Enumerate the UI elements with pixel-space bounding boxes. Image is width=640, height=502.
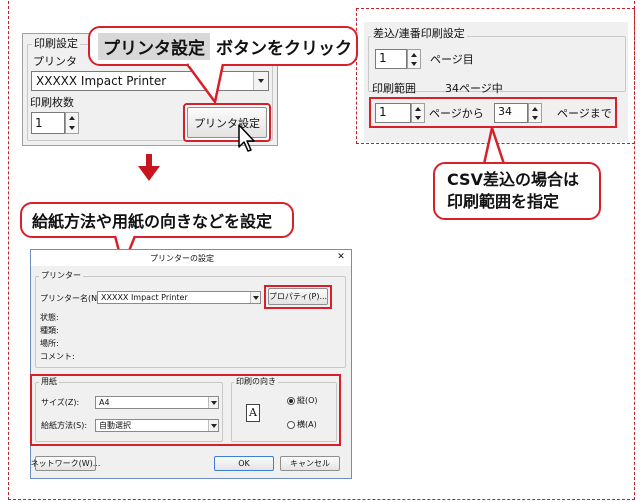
ok-button[interactable]: OK — [214, 456, 274, 471]
callout-button-name: プリンタ設定 — [98, 32, 210, 60]
paper-group — [35, 382, 223, 442]
paper-group-legend: 用紙 — [39, 377, 59, 387]
range-label: 印刷範囲 — [372, 82, 416, 95]
page-stepper[interactable]: 1 — [375, 49, 421, 69]
print-settings-legend: 印刷設定 — [32, 37, 80, 50]
merge-settings-legend: 差込/連番印刷設定 — [371, 27, 467, 40]
dialog-printer-select-value: XXXXX Impact Printer — [101, 293, 188, 302]
source-select[interactable]: 自動選択 — [95, 419, 219, 432]
properties-button[interactable]: プロパティ(P)... — [268, 288, 328, 305]
range-from-suffix: ページから — [429, 107, 484, 120]
range-from-input[interactable]: 1 — [375, 103, 411, 123]
dropdown-arrow-icon[interactable] — [253, 72, 268, 90]
cursor-arrow-icon — [238, 124, 255, 152]
dropdown-arrow-icon[interactable] — [250, 292, 260, 303]
callout-click-printer-settings: プリンタ設定 ボタンをクリック — [88, 26, 358, 66]
network-button[interactable]: ネットワーク(W)... — [31, 456, 100, 471]
portrait-label: 縦(O) — [297, 396, 318, 405]
page-suffix: ページ目 — [430, 53, 474, 66]
dialog-title: プリンターの設定 — [150, 254, 214, 263]
dropdown-arrow-icon[interactable] — [208, 420, 218, 431]
page-input[interactable]: 1 — [375, 49, 407, 69]
callout-csv-range: CSV差込の場合は 印刷範囲を指定 — [433, 162, 601, 220]
copies-stepper[interactable]: 1 — [31, 112, 79, 134]
printer-label: プリンタ — [33, 55, 77, 68]
down-arrow-icon — [138, 154, 160, 181]
spinner-icon[interactable] — [411, 103, 425, 123]
spinner-icon[interactable] — [528, 103, 542, 123]
cancel-button[interactable]: キャンセル — [280, 456, 340, 471]
where-label: 場所: — [40, 339, 59, 348]
spinner-icon[interactable] — [407, 49, 421, 69]
total-pages: 34ページ中 — [445, 82, 503, 95]
range-to-input[interactable]: 34 — [494, 103, 528, 123]
callout-1-tail — [185, 62, 225, 104]
printer-select[interactable]: XXXXX Impact Printer — [31, 71, 269, 91]
size-select-value: A4 — [99, 398, 110, 407]
size-select[interactable]: A4 — [95, 396, 219, 409]
callout-click-text: ボタンをクリック — [216, 38, 352, 59]
landscape-label: 横(A) — [297, 420, 317, 429]
source-label: 給紙方法(S): — [41, 421, 88, 430]
callout-csv-line1: CSV差込の場合は — [447, 170, 579, 189]
callout-csv-line2: 印刷範囲を指定 — [447, 192, 560, 211]
range-to-stepper[interactable]: 34 — [494, 103, 542, 123]
size-label: サイズ(Z): — [41, 398, 80, 407]
dialog-printer-name-label: プリンター名(N): — [40, 294, 103, 303]
status-label: 状態: — [40, 313, 59, 322]
dialog-printer-select[interactable]: XXXXX Impact Printer — [97, 291, 261, 304]
orientation-group-legend: 印刷の向き — [234, 377, 278, 387]
dialog-printer-group-legend: プリンター — [39, 271, 83, 281]
close-icon[interactable]: ✕ — [333, 251, 349, 264]
callout-paper-text: 給紙方法や用紙の向きなどを設定 — [32, 212, 273, 231]
range-from-stepper[interactable]: 1 — [375, 103, 425, 123]
callout-csv-tail — [482, 126, 506, 165]
range-to-suffix: ページまで — [557, 107, 612, 120]
copies-label: 印刷枚数 — [30, 96, 74, 109]
orientation-portrait-icon: A — [246, 404, 260, 422]
portrait-radio-dot — [289, 399, 293, 403]
comment-label: コメント: — [40, 352, 75, 361]
portrait-radio[interactable] — [287, 397, 295, 405]
landscape-radio[interactable] — [287, 421, 295, 429]
copies-input[interactable]: 1 — [31, 112, 65, 134]
type-label: 種類: — [40, 326, 59, 335]
callout-paper-settings: 給紙方法や用紙の向きなどを設定 — [20, 202, 294, 238]
dropdown-arrow-icon[interactable] — [208, 397, 218, 408]
spinner-icon[interactable] — [65, 112, 79, 134]
source-select-value: 自動選択 — [99, 421, 131, 430]
